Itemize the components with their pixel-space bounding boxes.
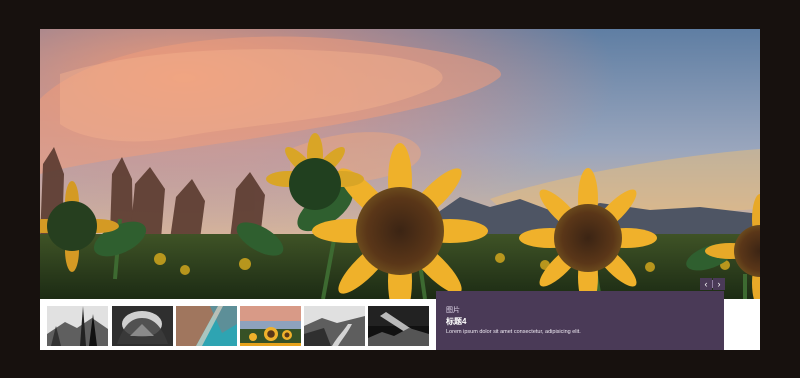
next-slide-button[interactable]: ›	[713, 278, 725, 290]
thumbnail-arch[interactable]	[112, 306, 173, 346]
thumbnail-beam[interactable]	[368, 306, 429, 346]
chevron-right-icon: ›	[717, 279, 721, 289]
thumbnail-coast[interactable]	[176, 306, 237, 346]
previous-slide-button[interactable]: ‹	[700, 278, 712, 290]
caption-description: Lorem ipsum dolor sit amet consectetur, …	[446, 329, 581, 335]
slide-caption: 图片 标题4 Lorem ipsum dolor sit amet consec…	[436, 291, 724, 350]
caption-label: 图片	[446, 307, 460, 314]
thumbnail-strip	[40, 299, 436, 350]
slideshow: 图片 标题4 Lorem ipsum dolor sit amet consec…	[40, 29, 760, 350]
caption-title: 标题4	[446, 317, 467, 326]
chevron-left-icon: ‹	[704, 279, 708, 289]
main-slide-image	[40, 29, 760, 299]
thumbnail-path[interactable]	[304, 306, 365, 346]
thumbnail-forest[interactable]	[47, 306, 108, 346]
thumbnail-sunflowers[interactable]	[240, 306, 301, 346]
